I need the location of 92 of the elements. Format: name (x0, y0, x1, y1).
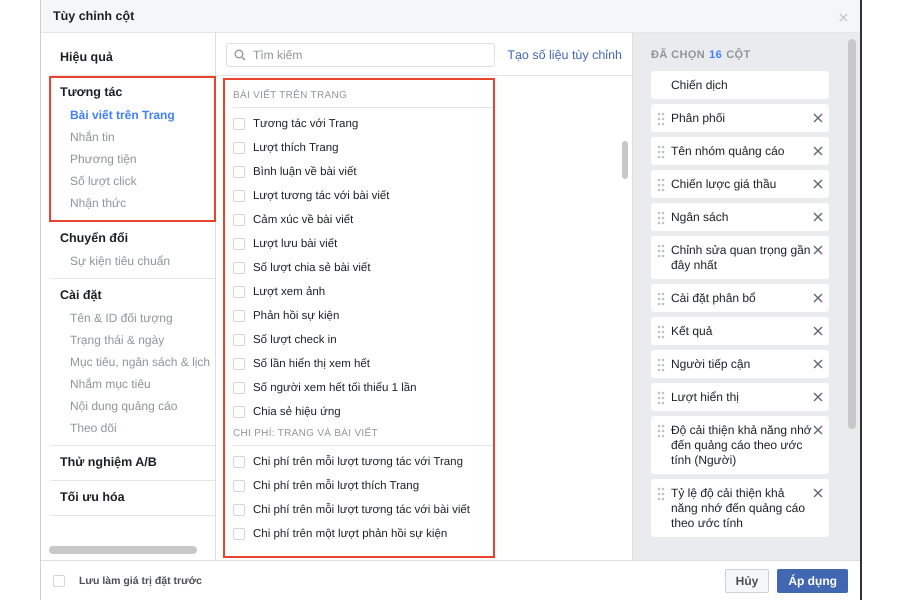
drag-handle-icon[interactable] (657, 358, 665, 372)
remove-icon[interactable] (813, 392, 823, 402)
metric-label: Tương tác với Trang (253, 118, 358, 130)
remove-icon[interactable] (813, 359, 823, 369)
apply-button[interactable]: Áp dụng (777, 568, 848, 592)
metric-label: Số người xem hết tối thiểu 1 lần (253, 382, 417, 394)
remove-icon[interactable] (813, 212, 823, 222)
cancel-button[interactable]: Hủy (724, 568, 770, 592)
remove-icon[interactable] (813, 425, 823, 435)
checkbox[interactable] (233, 406, 245, 418)
category-item[interactable]: Bài viết trên Trang (60, 104, 206, 126)
column-card[interactable]: Chỉnh sửa quan trọng gần đây nhất (651, 236, 829, 279)
search-field[interactable]: Tìm kiếm (226, 43, 496, 67)
metric-label: Chia sẻ hiệu ứng (253, 406, 341, 418)
checkbox[interactable] (233, 190, 245, 202)
panel-heading: CỘT (726, 49, 751, 61)
checkbox[interactable] (233, 504, 245, 516)
column-card[interactable]: Phân phối (651, 104, 829, 132)
metric-label: Chi phí trên mỗi lượt thích Trang (253, 480, 420, 492)
metric-label: Chi phí trên mỗi lượt tương tác với Trang (253, 456, 463, 468)
metric-label: Lượt thích Trang (253, 142, 339, 154)
column-card[interactable]: Cài đặt phân bổ (651, 284, 829, 312)
metric-label: Lượt tương tác với bài viết (253, 190, 390, 202)
metric-label: Chi phí trên một lượt phản hồi sự kiện (253, 528, 448, 540)
checkbox[interactable] (233, 310, 245, 322)
preset-label: Lưu làm giá trị đặt trước (79, 574, 202, 586)
category-title[interactable]: Chuyển đổi (60, 227, 206, 250)
metric-label: Cảm xúc về bài viết (253, 214, 354, 226)
remove-icon[interactable] (813, 179, 823, 189)
section-heading: BÀI VIẾT TRÊN TRANG (233, 86, 493, 108)
metric-label: Số lượt chia sẻ bài viết (253, 262, 371, 274)
metric-label: Phản hồi sự kiện (253, 310, 340, 322)
remove-icon[interactable] (813, 146, 823, 156)
checkbox[interactable] (233, 118, 245, 130)
checkbox[interactable] (233, 166, 245, 178)
column-card[interactable]: Người tiếp cận (651, 350, 829, 378)
checkbox[interactable] (233, 262, 245, 274)
checkbox[interactable] (233, 142, 245, 154)
checkbox[interactable] (233, 382, 245, 394)
checkbox[interactable] (233, 286, 245, 298)
scrollbar[interactable] (622, 141, 628, 179)
column-card[interactable]: Độ cải thiện khả năng nhớ đến quảng cáo theo ước tính (Người) (651, 416, 829, 474)
checkbox[interactable] (233, 480, 245, 492)
metric-label: Lượt lưu bài viết (253, 238, 338, 250)
drag-handle-icon[interactable] (657, 487, 665, 501)
drag-handle-icon[interactable] (657, 145, 665, 159)
column-card[interactable]: Tên nhóm quảng cáo (651, 137, 829, 165)
metric-label: Lượt xem ảnh (253, 286, 326, 298)
column-card[interactable]: Lượt hiển thị (651, 383, 829, 411)
metric-label: Chi phí trên mỗi lượt tương tác với bài viết (253, 504, 470, 516)
checkbox[interactable] (233, 334, 245, 346)
category-title[interactable]: Thử nghiệm A/B (60, 451, 206, 474)
category-title[interactable]: Cài đặt (60, 284, 206, 307)
drag-handle-icon[interactable] (657, 211, 665, 225)
column-card[interactable]: Chiến lược giá thầu (651, 170, 829, 198)
drag-handle-icon[interactable] (657, 325, 665, 339)
column-count: 16 (709, 49, 722, 61)
drag-handle-icon[interactable] (657, 424, 665, 438)
category-title[interactable]: Tối ưu hóa (60, 486, 206, 509)
category-title[interactable]: Tương tác (60, 81, 206, 104)
checkbox[interactable] (233, 238, 245, 250)
close-icon[interactable] (839, 12, 848, 22)
checkbox[interactable] (233, 528, 245, 540)
drag-handle-icon[interactable] (657, 292, 665, 306)
drag-handle-icon[interactable] (657, 178, 665, 192)
category-title[interactable]: Hiệu quả (60, 46, 206, 69)
metric-label: Số lần hiển thị xem hết (253, 358, 370, 370)
checkbox[interactable] (233, 456, 245, 468)
column-card[interactable]: Kết quả (651, 317, 829, 345)
panel-heading: ĐÃ CHỌN (651, 49, 706, 61)
remove-icon[interactable] (813, 113, 823, 123)
dialog-title: Tùy chỉnh cột (53, 9, 134, 23)
checkbox[interactable] (233, 214, 245, 226)
custom-metric-link[interactable]: Tạo số liệu tùy chỉnh (507, 48, 622, 62)
metric-label: Số lượt check in (253, 334, 337, 346)
column-card[interactable]: Tỷ lệ độ cải thiện khả năng nhớ đến quảng cáo theo ước tính (651, 479, 829, 537)
drag-handle-icon[interactable] (657, 391, 665, 405)
section-heading: CHI PHÍ: TRANG VÀ BÀI VIẾT (233, 424, 493, 446)
drag-handle-icon[interactable] (657, 112, 665, 126)
column-card[interactable]: Chiến dịch (651, 71, 829, 99)
column-card[interactable]: Ngân sách (651, 203, 829, 231)
drag-handle-icon[interactable] (657, 244, 665, 258)
scrollbar[interactable] (848, 39, 856, 429)
checkbox[interactable] (233, 358, 245, 370)
scrollbar[interactable] (49, 546, 197, 554)
search-icon (234, 49, 246, 61)
remove-icon[interactable] (813, 488, 823, 498)
metric-label: Bình luận về bài viết (253, 166, 357, 178)
remove-icon[interactable] (813, 293, 823, 303)
checkbox[interactable] (53, 574, 65, 586)
remove-icon[interactable] (813, 326, 823, 336)
remove-icon[interactable] (813, 245, 823, 255)
